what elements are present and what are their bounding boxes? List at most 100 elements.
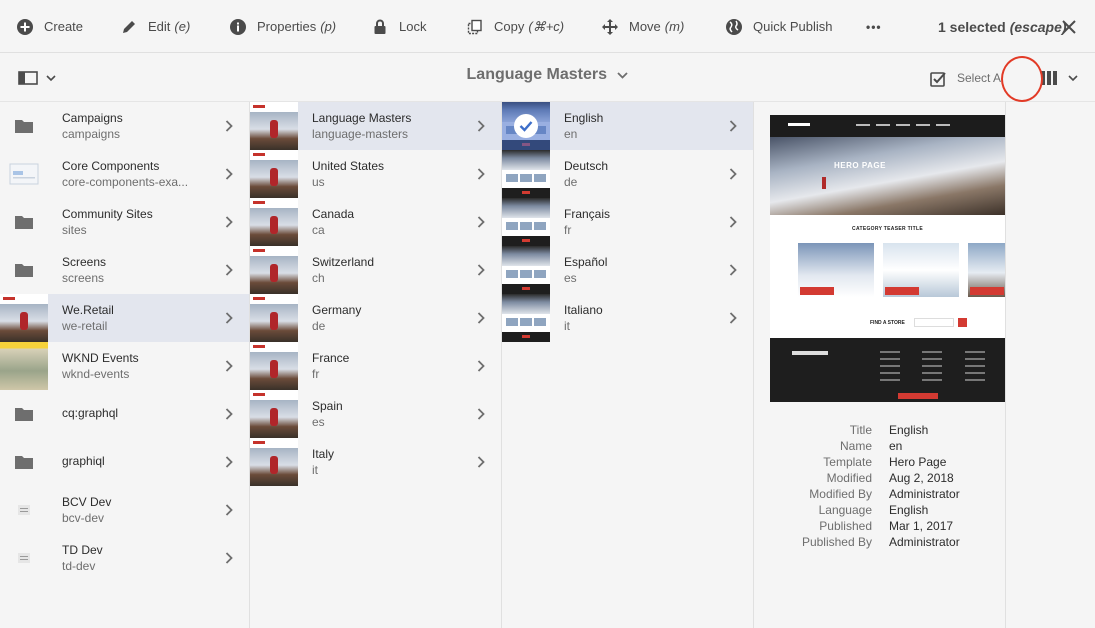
- list-item[interactable]: graphiql: [0, 438, 249, 486]
- chevron-right-icon: [729, 168, 737, 180]
- item-name: language-masters: [312, 127, 409, 141]
- globe-icon: [725, 18, 743, 36]
- property-value: Mar 1, 2017: [889, 519, 954, 533]
- lock-button[interactable]: Lock: [371, 0, 426, 53]
- copy-label: Copy: [494, 19, 525, 34]
- selection-status: 1 selected (escape): [938, 0, 1067, 53]
- property-value: en: [889, 439, 903, 453]
- item-texts: We.Retail we-retail: [62, 302, 209, 334]
- preview-hero: HERO PAGE: [770, 137, 1005, 215]
- property-value: Aug 2, 2018: [889, 471, 954, 485]
- list-item[interactable]: Switzerland ch: [250, 246, 501, 294]
- list-item[interactable]: Italiano it: [502, 294, 753, 342]
- item-title: Canada: [312, 207, 355, 221]
- copy-button[interactable]: Copy (⌘+c): [466, 0, 564, 53]
- property-key: Modified By: [809, 487, 872, 501]
- property-value: English: [889, 503, 929, 517]
- list-item[interactable]: Español es: [502, 246, 753, 294]
- item-title: Spain: [312, 399, 343, 413]
- list-item[interactable]: BCV Dev bcv-dev: [0, 486, 249, 534]
- list-item[interactable]: Language Masters language-masters: [250, 102, 501, 150]
- item-name: td-dev: [62, 559, 96, 573]
- list-item[interactable]: WKND Events wknd-events: [0, 342, 249, 390]
- lock-icon: [371, 18, 389, 36]
- item-name: screens: [62, 271, 105, 285]
- move-button[interactable]: Move (m): [601, 0, 684, 53]
- item-title: Italiano: [564, 303, 603, 317]
- quick-publish-button[interactable]: Quick Publish: [725, 0, 832, 53]
- edit-button[interactable]: Edit (e): [120, 0, 190, 53]
- list-item[interactable]: Français fr: [502, 198, 753, 246]
- chevron-right-icon: [225, 360, 233, 372]
- list-item[interactable]: Screens screens: [0, 246, 249, 294]
- item-name: de: [312, 319, 326, 333]
- view-switcher-button[interactable]: [1040, 70, 1080, 86]
- list-item[interactable]: We.Retail we-retail: [0, 294, 249, 342]
- selected-overlay[interactable]: [502, 102, 550, 150]
- item-thumbnail: [0, 102, 48, 150]
- item-title: Screens: [62, 255, 107, 269]
- item-name: es: [564, 271, 577, 285]
- page-thumbnail: [250, 150, 298, 198]
- item-thumbnail: [250, 102, 298, 150]
- list-item[interactable]: Italy it: [250, 438, 501, 486]
- item-title: Deutsch: [564, 159, 609, 173]
- folder-icon: [15, 407, 33, 421]
- item-thumbnail: [0, 198, 48, 246]
- property-key: Name: [839, 439, 872, 453]
- column-sites: Campaigns campaigns Core Components core-co…: [0, 102, 250, 628]
- checkmark-icon: [514, 114, 538, 138]
- list-item[interactable]: English en: [502, 102, 753, 150]
- chevron-right-icon: [225, 216, 233, 228]
- list-item[interactable]: United States us: [250, 150, 501, 198]
- column-empty: [1006, 102, 1095, 628]
- chevron-right-icon: [225, 120, 233, 132]
- more-actions-button[interactable]: •••: [866, 0, 882, 53]
- properties-button[interactable]: Properties (p): [229, 0, 336, 53]
- list-item[interactable]: Deutsch de: [502, 150, 753, 198]
- list-item[interactable]: cq:graphql: [0, 390, 249, 438]
- list-item[interactable]: Germany de: [250, 294, 501, 342]
- item-thumbnail: [0, 246, 48, 294]
- move-shortcut: (m): [664, 19, 685, 34]
- select-all-button[interactable]: Select All: [930, 68, 1003, 88]
- lock-label: Lock: [399, 19, 427, 34]
- list-item[interactable]: Spain es: [250, 390, 501, 438]
- property-row: Template Hero Page: [754, 454, 1005, 470]
- select-all-label: Select All: [957, 71, 1003, 85]
- properties-shortcut: (p): [320, 19, 337, 34]
- item-texts: France fr: [312, 350, 461, 382]
- column-we-retail: Language Masters language-masters United S…: [250, 102, 502, 628]
- item-texts: cq:graphql: [62, 405, 209, 421]
- list-item[interactable]: France fr: [250, 342, 501, 390]
- item-thumbnail: [502, 102, 550, 150]
- item-name: ch: [312, 271, 325, 285]
- item-name: de: [564, 175, 578, 189]
- chevron-right-icon: [477, 312, 485, 324]
- property-key: Published: [819, 519, 872, 533]
- title-bar: Language Masters Select All: [0, 53, 1095, 102]
- list-item[interactable]: Canada ca: [250, 198, 501, 246]
- action-bar: Create Edit (e) Properties (p) Lock Copy…: [0, 0, 1095, 53]
- property-row: Modified By Administrator: [754, 486, 1005, 502]
- list-item[interactable]: Core Components core-components-exa...: [0, 150, 249, 198]
- language-thumbnail: [502, 294, 550, 342]
- list-item[interactable]: Community Sites sites: [0, 198, 249, 246]
- property-value: Administrator: [889, 535, 960, 549]
- item-texts: graphiql: [62, 453, 209, 469]
- item-thumbnail: [0, 294, 48, 342]
- item-title: United States: [312, 159, 385, 173]
- add-circle-icon: [16, 18, 34, 36]
- item-name: campaigns: [62, 127, 121, 141]
- item-texts: English en: [564, 110, 713, 142]
- create-button[interactable]: Create: [16, 0, 83, 53]
- item-texts: Español es: [564, 254, 713, 286]
- property-row: Modified Aug 2, 2018: [754, 470, 1005, 486]
- close-selection-icon[interactable]: [1060, 18, 1078, 36]
- page-thumbnail: [250, 294, 298, 342]
- list-item[interactable]: Campaigns campaigns: [0, 102, 249, 150]
- list-item[interactable]: TD Dev td-dev: [0, 534, 249, 582]
- item-thumbnail: [250, 342, 298, 390]
- item-name: core-components-exa...: [62, 175, 189, 189]
- page-thumbnail: [0, 294, 48, 342]
